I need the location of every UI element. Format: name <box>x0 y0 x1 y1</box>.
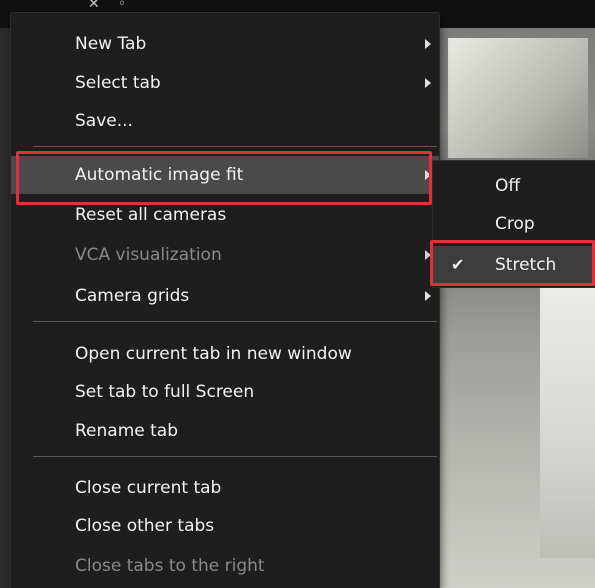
menu-separator <box>33 456 437 457</box>
submenu-arrow-icon <box>425 170 431 180</box>
submenu-item-crop[interactable]: Crop <box>433 205 595 243</box>
camera-feed <box>430 28 595 588</box>
menu-item-close-other-tabs[interactable]: Close other tabs <box>11 507 439 545</box>
menu-item-automatic-image-fit[interactable]: Automatic image fit <box>11 156 439 194</box>
toolbar-fragment-icon: ◦ <box>118 0 127 12</box>
application-window: ✕ ◦ New Tab Select tab Save... Automatic… <box>0 0 595 588</box>
submenu-item-label: Stretch <box>495 255 557 275</box>
image-fit-submenu: Off Crop ✔ Stretch <box>432 160 595 288</box>
menu-item-label: VCA visualization <box>75 245 222 265</box>
submenu-arrow-icon <box>425 78 431 88</box>
menu-item-label: Open current tab in new window <box>75 344 352 364</box>
checkmark-icon: ✔ <box>451 255 465 274</box>
submenu-arrow-icon <box>425 39 431 49</box>
menu-item-label: Close other tabs <box>75 516 215 536</box>
menu-item-label: Set tab to full Screen <box>75 382 255 402</box>
menu-item-close-tabs-right: Close tabs to the right <box>11 547 439 585</box>
menu-item-new-tab[interactable]: New Tab <box>11 25 439 63</box>
submenu-item-label: Crop <box>495 214 535 234</box>
menu-item-close-current-tab[interactable]: Close current tab <box>11 469 439 507</box>
menu-item-reset-all-cameras[interactable]: Reset all cameras <box>11 196 439 234</box>
menu-item-save[interactable]: Save... <box>11 102 439 140</box>
menu-item-open-in-new-window[interactable]: Open current tab in new window <box>11 335 439 373</box>
background-panel <box>0 28 10 588</box>
menu-item-set-full-screen[interactable]: Set tab to full Screen <box>11 373 439 411</box>
menu-item-vca-visualization: VCA visualization <box>11 236 439 274</box>
menu-item-label: Camera grids <box>75 286 190 306</box>
toolbar-fragment-icon: ✕ <box>88 0 100 12</box>
menu-item-label: Select tab <box>75 73 161 93</box>
menu-item-select-tab[interactable]: Select tab <box>11 64 439 102</box>
menu-item-label: New Tab <box>75 34 147 54</box>
submenu-arrow-icon <box>425 291 431 301</box>
menu-item-label: Save... <box>75 111 133 131</box>
submenu-arrow-icon <box>425 250 431 260</box>
menu-separator <box>33 321 437 322</box>
menu-separator <box>33 146 437 147</box>
camera-image-region <box>448 38 588 158</box>
submenu-item-label: Off <box>495 176 521 196</box>
menu-item-label: Automatic image fit <box>75 165 244 185</box>
tab-context-menu: New Tab Select tab Save... Automatic ima… <box>10 12 440 588</box>
menu-item-label: Close tabs to the right <box>75 556 265 576</box>
menu-item-rename-tab[interactable]: Rename tab <box>11 412 439 450</box>
menu-item-camera-grids[interactable]: Camera grids <box>11 277 439 315</box>
menu-item-label: Rename tab <box>75 421 178 441</box>
menu-item-label: Close current tab <box>75 478 222 498</box>
submenu-item-stretch[interactable]: ✔ Stretch <box>433 246 595 284</box>
camera-image-region <box>540 268 595 558</box>
submenu-item-off[interactable]: Off <box>433 167 595 205</box>
menu-item-label: Reset all cameras <box>75 205 227 225</box>
